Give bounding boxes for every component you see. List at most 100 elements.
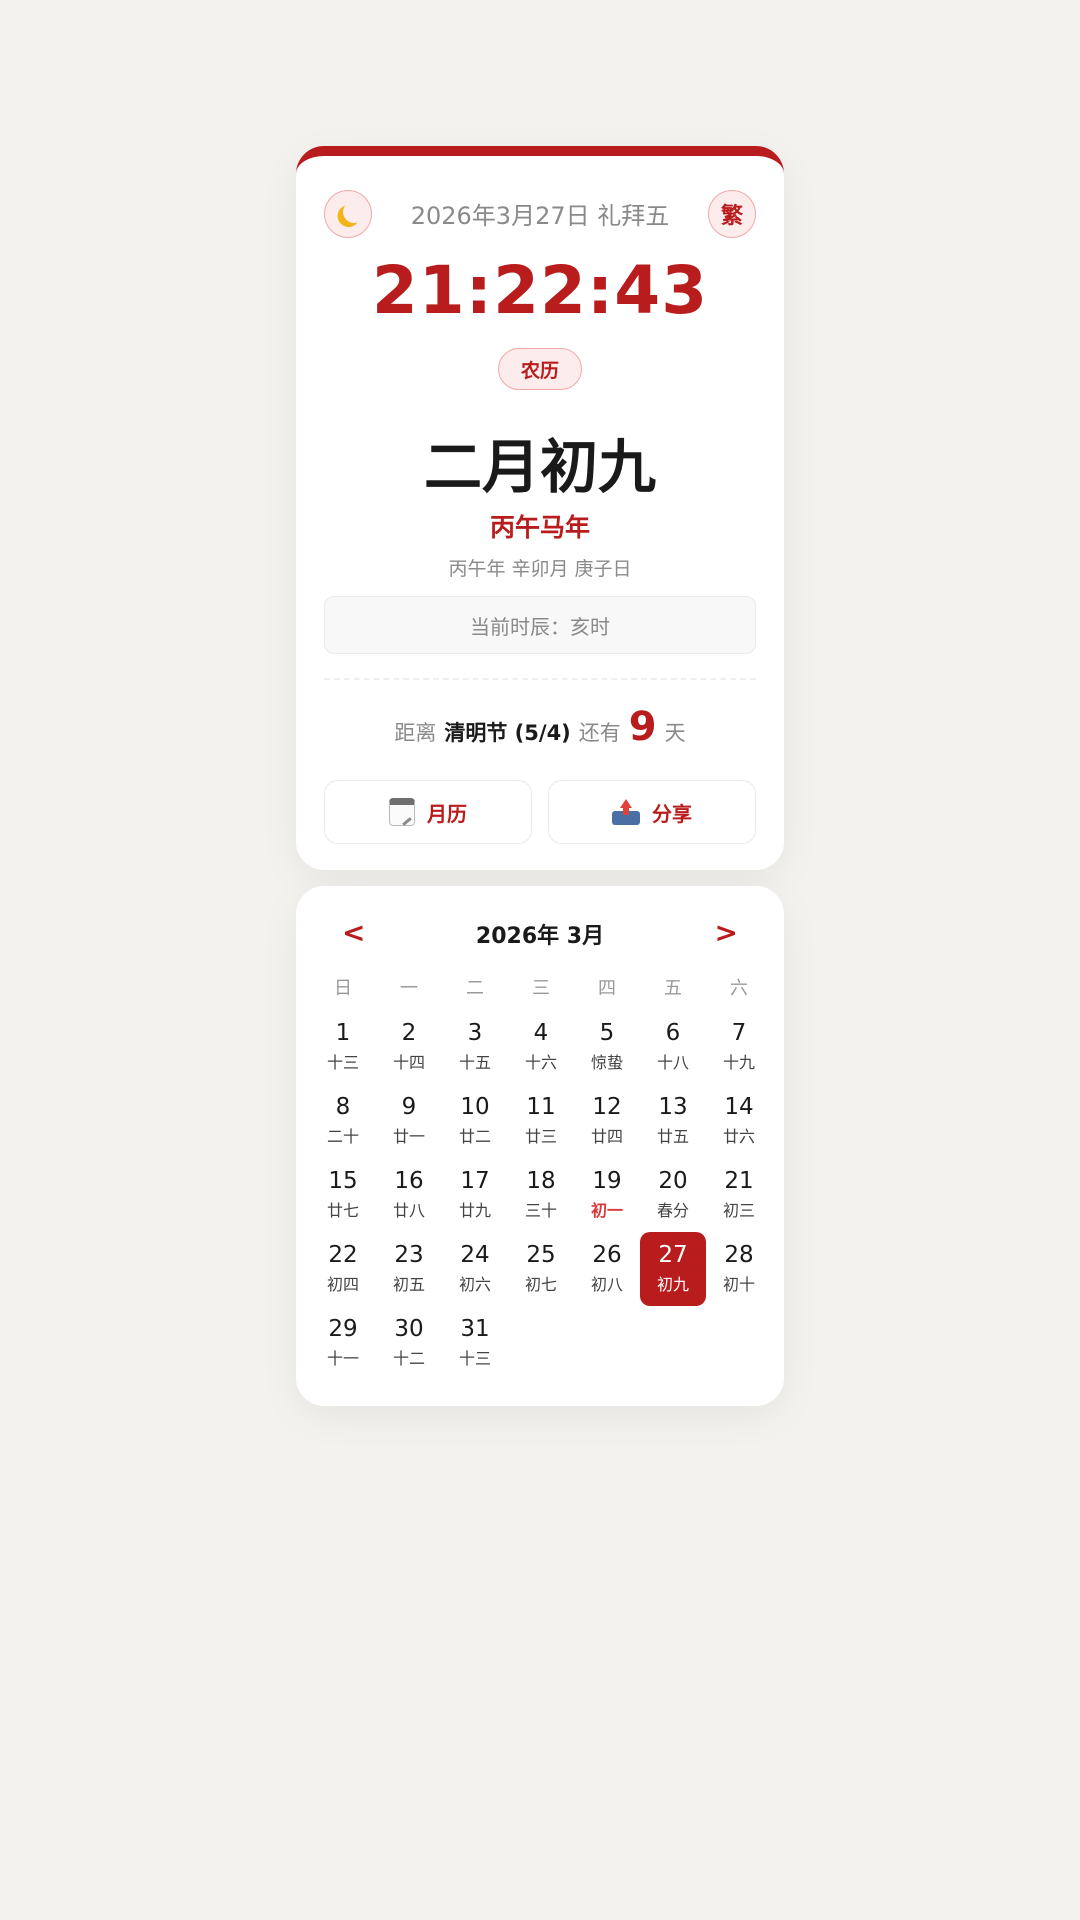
- day-number: 8: [335, 1094, 351, 1120]
- day-number: 18: [526, 1168, 556, 1194]
- day-lunar: 廿三: [524, 1127, 557, 1146]
- day-number: 26: [592, 1242, 622, 1268]
- day-number: 19: [592, 1168, 622, 1194]
- calendar-day[interactable]: 7 十九: [706, 1010, 772, 1084]
- festival-countdown: 距离 清明节 (5/4) 还有 9 天: [296, 704, 784, 750]
- calendar-day[interactable]: 21 初三: [706, 1158, 772, 1232]
- weekday-fri: 五: [664, 978, 682, 999]
- calendar-day[interactable]: 19 初一: [574, 1158, 640, 1232]
- traditional-chinese-toggle-button[interactable]: 繁: [708, 190, 756, 238]
- day-number: 13: [658, 1094, 688, 1120]
- day-lunar: 廿一: [392, 1127, 425, 1146]
- share-button[interactable]: 分享: [548, 780, 756, 844]
- weekday-tue: 二: [466, 978, 484, 999]
- day-number: 25: [526, 1242, 556, 1268]
- day-lunar: 十一: [326, 1349, 359, 1368]
- month-calendar-label: 月历: [427, 801, 467, 826]
- calendar-day[interactable]: 15 廿七: [310, 1158, 376, 1232]
- day-lunar: 三十: [524, 1201, 557, 1220]
- month-calendar-button[interactable]: 月历: [324, 780, 532, 844]
- day-lunar: 初三: [722, 1201, 755, 1220]
- countdown-days: 9: [628, 704, 657, 750]
- calendar-day-today[interactable]: 27 初九: [640, 1232, 706, 1306]
- current-shichen: 当前时辰：亥时: [324, 596, 756, 654]
- calendar-day[interactable]: 3 十五: [442, 1010, 508, 1084]
- day-lunar: 初十: [722, 1275, 755, 1294]
- day-number: 22: [328, 1242, 358, 1268]
- day-number: 10: [460, 1094, 490, 1120]
- current-time: 21:22:43: [371, 252, 709, 329]
- share-icon: [612, 799, 640, 825]
- calendar-day[interactable]: 13 廿五: [640, 1084, 706, 1158]
- calendar-day[interactable]: 29 十一: [310, 1306, 376, 1380]
- calendar-day[interactable]: 18 三十: [508, 1158, 574, 1232]
- calendar-day[interactable]: 17 廿九: [442, 1158, 508, 1232]
- calendar-day[interactable]: 30 十二: [376, 1306, 442, 1380]
- weekday-thu: 四: [598, 978, 616, 999]
- weekday-sun: 日: [334, 978, 352, 999]
- calendar-day[interactable]: 25 初七: [508, 1232, 574, 1306]
- calendar-day[interactable]: 2 十四: [376, 1010, 442, 1084]
- day-number: 16: [394, 1168, 424, 1194]
- day-number: 3: [467, 1020, 483, 1046]
- day-number: 5: [599, 1020, 615, 1046]
- day-number: 14: [724, 1094, 754, 1120]
- calendar-day[interactable]: 8 二十: [310, 1084, 376, 1158]
- calendar-day[interactable]: 12 廿四: [574, 1084, 640, 1158]
- share-label: 分享: [652, 801, 692, 826]
- calendar-day[interactable]: 4 十六: [508, 1010, 574, 1084]
- day-number: 9: [401, 1094, 417, 1120]
- weekday-mon: 一: [400, 978, 418, 999]
- day-number: 2: [401, 1020, 417, 1046]
- weekday-sat: 六: [730, 978, 748, 999]
- day-number: 11: [526, 1094, 556, 1120]
- calendar-day[interactable]: 14 廿六: [706, 1084, 772, 1158]
- weekday-wed: 三: [532, 978, 550, 999]
- calendar-day[interactable]: 1 十三: [310, 1010, 376, 1084]
- day-lunar: 十二: [392, 1349, 425, 1368]
- calendar-day[interactable]: 11 廿三: [508, 1084, 574, 1158]
- calendar-day[interactable]: 16 廿八: [376, 1158, 442, 1232]
- day-lunar: 十三: [458, 1349, 491, 1368]
- day-number: 27: [658, 1242, 688, 1268]
- calendar-day[interactable]: 6 十八: [640, 1010, 706, 1084]
- day-number: 24: [460, 1242, 490, 1268]
- ganzhi-text: 丙午年 辛卯月 庚子日: [448, 558, 632, 580]
- calendar-icon: [389, 798, 415, 826]
- month-calendar-card: < 2026年 3月 > 日 一 二 三 四 五 六 1 十三 2 十四 3 十五 4 十六 5…: [296, 886, 784, 1406]
- calendar-day[interactable]: 20 春分: [640, 1158, 706, 1232]
- day-lunar: 十三: [326, 1053, 359, 1072]
- day-number: 23: [394, 1242, 424, 1268]
- day-lunar: 十八: [656, 1053, 689, 1072]
- day-lunar: 惊蛰: [590, 1053, 623, 1072]
- day-lunar: 初四: [326, 1275, 359, 1294]
- calendar-day[interactable]: 26 初八: [574, 1232, 640, 1306]
- weekday-header: 日 一 二 三 四 五 六: [310, 974, 772, 1000]
- day-number: 6: [665, 1020, 681, 1046]
- day-number: 12: [592, 1094, 622, 1120]
- countdown-festival: 清明节 (5/4): [444, 721, 571, 745]
- calendar-day[interactable]: 10 廿二: [442, 1084, 508, 1158]
- calendar-day[interactable]: 24 初六: [442, 1232, 508, 1306]
- day-number: 4: [533, 1020, 549, 1046]
- calendar-day[interactable]: 28 初十: [706, 1232, 772, 1306]
- day-lunar: 春分: [656, 1201, 689, 1220]
- calendar-day[interactable]: 31 十三: [442, 1306, 508, 1380]
- divider: [324, 678, 756, 680]
- calendar-day-grid: 1 十三 2 十四 3 十五 4 十六 5 惊蛰 6 十八 7 十九 8 二十 9 廿一 10 廿二 11 廿三 12 廿四 1…: [310, 1010, 772, 1380]
- day-number: 1: [335, 1020, 351, 1046]
- day-lunar: 十六: [524, 1053, 557, 1072]
- calendar-title: 2026年 3月: [475, 924, 605, 949]
- day-number: 31: [460, 1316, 490, 1342]
- day-number: 17: [460, 1168, 490, 1194]
- calendar-day[interactable]: 22 初四: [310, 1232, 376, 1306]
- calendar-day[interactable]: 23 初五: [376, 1232, 442, 1306]
- day-lunar: 初八: [590, 1275, 623, 1294]
- zodiac-year: 丙午马年: [489, 513, 590, 542]
- day-lunar: 廿五: [656, 1127, 689, 1146]
- next-month-button[interactable]: >: [715, 916, 738, 949]
- day-number: 7: [731, 1020, 747, 1046]
- day-lunar: 十四: [392, 1053, 425, 1072]
- calendar-day[interactable]: 5 惊蛰: [574, 1010, 640, 1084]
- calendar-day[interactable]: 9 廿一: [376, 1084, 442, 1158]
